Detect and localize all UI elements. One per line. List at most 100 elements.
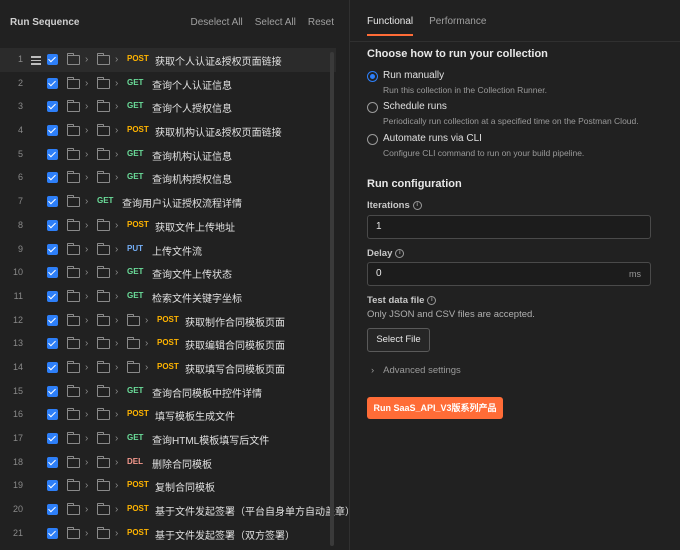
folder-icon — [97, 337, 110, 350]
collection-runner: Run Sequence Deselect All Select All Res… — [0, 0, 680, 550]
request-checkbox[interactable] — [47, 77, 58, 89]
request-row[interactable]: 11 › › GET 检索文件关键字坐标 — [0, 285, 336, 309]
info-icon[interactable]: i — [427, 295, 437, 305]
request-checkbox[interactable] — [47, 172, 58, 184]
request-row[interactable]: 19 › › POST 复制合同模板 — [0, 474, 336, 498]
request-name: 检索文件关键字坐标 — [152, 293, 242, 305]
method-badge: POST — [127, 219, 149, 229]
row-number: 7 — [17, 196, 23, 207]
chevron-right-icon: › — [85, 480, 89, 492]
request-checkbox[interactable] — [47, 290, 58, 302]
request-row[interactable]: 5 › › GET 查询机构认证信息 — [0, 143, 336, 167]
select-all-button[interactable]: Select All — [255, 17, 296, 28]
chevron-right-icon: › — [85, 314, 89, 326]
reset-button[interactable]: Reset — [308, 17, 334, 28]
method-badge: POST — [127, 54, 149, 63]
run-manually-radio[interactable] — [367, 71, 378, 82]
schedule-runs-label[interactable]: Schedule runs — [383, 101, 447, 112]
folder-icon — [67, 147, 80, 160]
method-badge: GET — [127, 172, 144, 182]
request-row[interactable]: 15 › › GET 查询合同模板中控件详情 — [0, 380, 336, 404]
request-checkbox[interactable] — [47, 527, 58, 539]
iterations-label: Iterations i — [367, 200, 422, 211]
request-checkbox[interactable] — [47, 219, 58, 231]
folder-icon — [97, 266, 110, 279]
request-row[interactable]: 13 › › › POST 获取编辑合同模板页面 — [0, 332, 336, 356]
request-checkbox[interactable] — [47, 361, 58, 373]
request-row[interactable]: 21 › › POST 基于文件发起签署（双方签署） — [0, 522, 336, 546]
request-row[interactable]: 6 › › GET 查询机构授权信息 — [0, 166, 336, 190]
request-name: 获取制作合同模板页面 — [185, 317, 285, 329]
advanced-settings-toggle[interactable]: › Advanced settings — [371, 365, 461, 376]
request-checkbox[interactable] — [47, 54, 58, 65]
request-checkbox[interactable] — [47, 148, 58, 160]
folder-icon — [127, 313, 140, 326]
run-sequence-panel: Run Sequence Deselect All Select All Res… — [0, 0, 355, 550]
row-number: 4 — [17, 125, 23, 136]
info-icon[interactable]: i — [395, 248, 405, 258]
run-manually-label[interactable]: Run manually — [383, 70, 444, 81]
select-file-button[interactable]: Select File — [367, 328, 430, 352]
request-row[interactable]: 17 › › GET 查询HTML模板填写后文件 — [0, 427, 336, 451]
delay-input[interactable]: 0 ms — [367, 262, 651, 286]
info-icon[interactable]: i — [412, 200, 422, 210]
request-row[interactable]: 12 › › › POST 获取制作合同模板页面 — [0, 309, 336, 333]
iterations-value: 1 — [376, 221, 382, 232]
chevron-right-icon: › — [115, 433, 119, 444]
row-number: 8 — [17, 219, 23, 230]
request-checkbox[interactable] — [47, 267, 58, 279]
request-checkbox[interactable] — [47, 456, 58, 468]
list-scrollbar[interactable] — [330, 52, 334, 546]
request-checkbox[interactable] — [47, 125, 58, 137]
request-row[interactable]: 8 › › POST 获取文件上传地址 — [0, 214, 336, 238]
request-name: 查询个人授权信息 — [152, 104, 232, 116]
chevron-right-icon: › — [85, 77, 89, 89]
request-checkbox[interactable] — [47, 504, 58, 516]
request-row[interactable]: 1 › › POST 获取个人认证&授权页面链接 — [0, 48, 336, 72]
folder-icon — [67, 384, 80, 397]
delay-label-text: Delay — [367, 248, 393, 259]
run-collection-button[interactable]: Run SaaS_API_V3版系列产品 — [367, 397, 503, 419]
request-row[interactable]: 9 › › PUT 上传文件流 — [0, 238, 336, 262]
method-badge: POST — [157, 314, 179, 324]
request-checkbox[interactable] — [47, 101, 58, 113]
request-checkbox[interactable] — [47, 243, 58, 255]
tab-functional[interactable]: Functional — [367, 16, 414, 36]
delay-unit: ms — [629, 269, 641, 279]
chevron-right-icon: › — [85, 54, 89, 65]
request-checkbox[interactable] — [47, 409, 58, 421]
request-checkbox[interactable] — [47, 480, 58, 492]
request-name: 获取机构认证&授权页面链接 — [155, 128, 282, 140]
deselect-all-button[interactable]: Deselect All — [190, 17, 242, 28]
request-checkbox[interactable] — [47, 314, 58, 326]
folder-icon — [97, 408, 110, 421]
request-checkbox[interactable] — [47, 338, 58, 350]
request-row[interactable]: 20 › › POST 基于文件发起签署（平台自身单方自动盖章） — [0, 498, 355, 522]
request-row[interactable]: 7 › GET 查询用户认证授权流程详情 — [0, 190, 336, 214]
chevron-right-icon: › — [115, 338, 119, 350]
request-row[interactable]: 2 › › GET 查询个人认证信息 — [0, 72, 336, 96]
chevron-right-icon: › — [85, 219, 89, 231]
request-row[interactable]: 4 › › POST 获取机构认证&授权页面链接 — [0, 119, 336, 143]
run-how-title: Choose how to run your collection — [367, 48, 548, 60]
automate-cli-label[interactable]: Automate runs via CLI — [383, 133, 482, 144]
request-checkbox[interactable] — [47, 196, 58, 208]
automate-cli-radio[interactable] — [367, 134, 378, 145]
request-checkbox[interactable] — [47, 433, 58, 444]
folder-icon — [97, 503, 110, 516]
row-number: 20 — [12, 504, 23, 515]
tab-performance[interactable]: Performance — [429, 16, 486, 36]
row-number: 18 — [12, 456, 23, 467]
folder-icon — [67, 242, 80, 255]
request-checkbox[interactable] — [47, 385, 58, 397]
delay-label: Delay i — [367, 248, 405, 259]
request-row[interactable]: 10 › › GET 查询文件上传状态 — [0, 261, 336, 285]
request-row[interactable]: 18 › › DEL 删除合同模板 — [0, 451, 336, 475]
drag-handle-icon[interactable] — [31, 56, 41, 67]
request-row[interactable]: 14 › › › POST 获取填写合同模板页面 — [0, 356, 336, 380]
schedule-runs-radio[interactable] — [367, 102, 378, 113]
request-row[interactable]: 3 › › GET 查询个人授权信息 — [0, 95, 336, 119]
iterations-input[interactable]: 1 — [367, 215, 651, 239]
folder-icon — [67, 266, 80, 279]
request-row[interactable]: 16 › › POST 填写模板生成文件 — [0, 403, 336, 427]
